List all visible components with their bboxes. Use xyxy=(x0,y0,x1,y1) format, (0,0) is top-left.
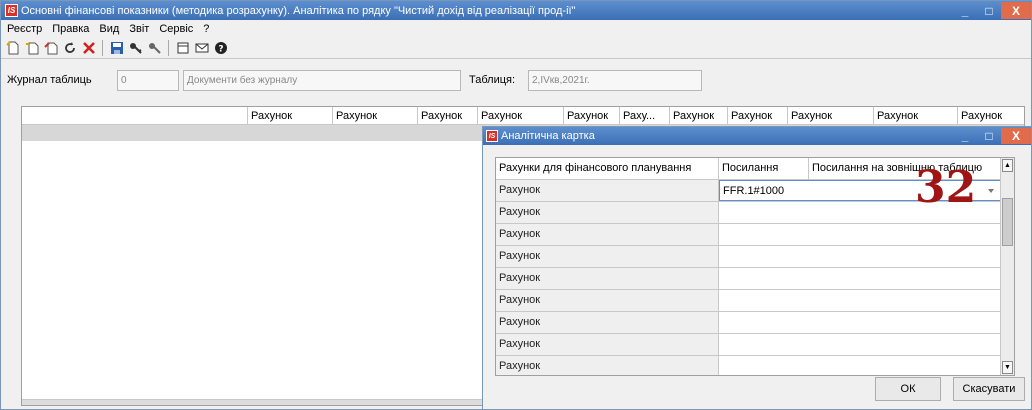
window-title: Основні фінансові показники (методика ро… xyxy=(21,4,576,17)
grid-column-header[interactable]: Рахунок xyxy=(564,107,620,125)
link-cell[interactable] xyxy=(719,246,1001,267)
table-row[interactable]: Рахунок xyxy=(496,246,1014,268)
grid-header: Рахунок Рахунок Рахунок Рахунок Рахунок … xyxy=(22,107,1024,125)
step-annotation: 32 xyxy=(915,162,977,213)
header-link: Посилання xyxy=(719,158,809,179)
grid-column-header[interactable]: Рахунок xyxy=(478,107,564,125)
table-vscroll[interactable]: ▲ ▼ xyxy=(1000,158,1014,375)
scroll-thumb[interactable] xyxy=(1002,198,1013,246)
table-row[interactable]: Рахунок xyxy=(496,268,1014,290)
journal-label: Журнал таблиць xyxy=(7,74,92,86)
menu-bar: Реєстр Правка Вид Звіт Сервіс ? xyxy=(1,20,1031,37)
row-label: Рахунок xyxy=(496,202,719,223)
dialog-maximize-button[interactable]: □ xyxy=(977,128,1001,144)
grid-column-header[interactable]: Рахунок xyxy=(670,107,728,125)
toolbar-separator xyxy=(168,39,170,56)
chevron-down-icon[interactable] xyxy=(988,189,994,193)
key-icon[interactable] xyxy=(128,40,144,56)
cancel-button[interactable]: Скасувати xyxy=(953,377,1025,401)
link-cell[interactable] xyxy=(719,224,1001,245)
menu-registry[interactable]: Реєстр xyxy=(7,23,42,35)
grid-column-header[interactable]: Раху... xyxy=(620,107,670,125)
link-cell[interactable] xyxy=(719,334,1001,355)
table-row[interactable]: Рахунок xyxy=(496,224,1014,246)
dialog-titlebar[interactable]: IS Аналітична картка _ □ X xyxy=(483,127,1031,145)
mail-icon[interactable] xyxy=(194,40,210,56)
app-logo: IS xyxy=(5,4,18,17)
grid-column-header[interactable]: Рахунок xyxy=(728,107,788,125)
menu-view[interactable]: Вид xyxy=(99,23,119,35)
window-icon[interactable] xyxy=(175,40,191,56)
scroll-up-icon[interactable]: ▲ xyxy=(1002,159,1013,172)
key-gray-icon[interactable] xyxy=(147,40,163,56)
help-icon[interactable]: ? xyxy=(213,40,229,56)
link-cell[interactable] xyxy=(719,356,1001,375)
menu-edit[interactable]: Правка xyxy=(52,23,89,35)
table-row[interactable]: Рахунок xyxy=(496,312,1014,334)
row-label: Рахунок xyxy=(496,334,719,355)
row-label: Рахунок xyxy=(496,356,719,375)
close-button[interactable]: X xyxy=(1001,2,1031,19)
save-icon[interactable] xyxy=(109,40,125,56)
link-cell[interactable] xyxy=(719,268,1001,289)
table-label: Таблиця: xyxy=(469,74,516,86)
toolbar-separator xyxy=(102,39,104,56)
link-cell[interactable] xyxy=(719,290,1001,311)
row-label: Рахунок xyxy=(496,312,719,333)
dialog-minimize-button[interactable]: _ xyxy=(953,128,977,144)
menu-report[interactable]: Звіт xyxy=(129,23,149,35)
row-label: Рахунок xyxy=(496,268,719,289)
grid-column-header[interactable]: Рахунок xyxy=(788,107,874,125)
dialog-close-button[interactable]: X xyxy=(1001,128,1031,144)
dialog-title: Аналітична картка xyxy=(501,130,595,142)
table-row[interactable]: Рахунок xyxy=(496,290,1014,312)
table-row[interactable]: Рахунок xyxy=(496,334,1014,356)
dialog-logo: IS xyxy=(486,130,498,142)
journal-number-field[interactable]: 0 xyxy=(117,70,179,91)
new-doc-icon[interactable] xyxy=(5,40,21,56)
ok-button[interactable]: ОК xyxy=(875,377,941,401)
grid-column-header[interactable]: Рахунок xyxy=(958,107,1024,125)
edit-doc-icon[interactable] xyxy=(43,40,59,56)
toolbar: ? xyxy=(1,37,1031,59)
delete-icon[interactable] xyxy=(81,40,97,56)
row-label: Рахунок xyxy=(496,290,719,311)
grid-column-header[interactable]: Рахунок xyxy=(874,107,958,125)
scroll-down-icon[interactable]: ▼ xyxy=(1002,361,1013,374)
main-titlebar[interactable]: IS Основні фінансові показники (методика… xyxy=(1,1,1031,20)
row-label: Рахунок xyxy=(496,180,719,201)
refresh-icon[interactable] xyxy=(62,40,78,56)
grid-column-header[interactable]: Рахунок xyxy=(333,107,418,125)
journal-name-field[interactable]: Документи без журналу xyxy=(183,70,461,91)
copy-doc-icon[interactable] xyxy=(24,40,40,56)
grid-column-header[interactable]: Рахунок xyxy=(248,107,333,125)
table-field[interactable]: 2,IVкв,2021г. xyxy=(528,70,702,91)
row-label: Рахунок xyxy=(496,246,719,267)
svg-text:?: ? xyxy=(218,44,223,54)
grid-column-header[interactable] xyxy=(22,107,248,125)
row-label: Рахунок xyxy=(496,224,719,245)
link-value: FFR.1#1000 xyxy=(723,185,785,197)
link-cell[interactable] xyxy=(719,312,1001,333)
window-controls: _ □ X xyxy=(953,1,1031,20)
dialog-controls: _ □ X xyxy=(953,127,1031,146)
header-accounts: Рахунки для фінансового планування xyxy=(496,158,719,179)
header-fields: Журнал таблиць 0 Документи без журналу Т… xyxy=(1,69,1031,95)
menu-help[interactable]: ? xyxy=(203,23,209,35)
table-row[interactable]: Рахунок xyxy=(496,356,1014,375)
grid-column-header[interactable]: Рахунок xyxy=(418,107,478,125)
minimize-button[interactable]: _ xyxy=(953,2,977,19)
menu-service[interactable]: Сервіс xyxy=(159,23,193,35)
maximize-button[interactable]: □ xyxy=(977,2,1001,19)
